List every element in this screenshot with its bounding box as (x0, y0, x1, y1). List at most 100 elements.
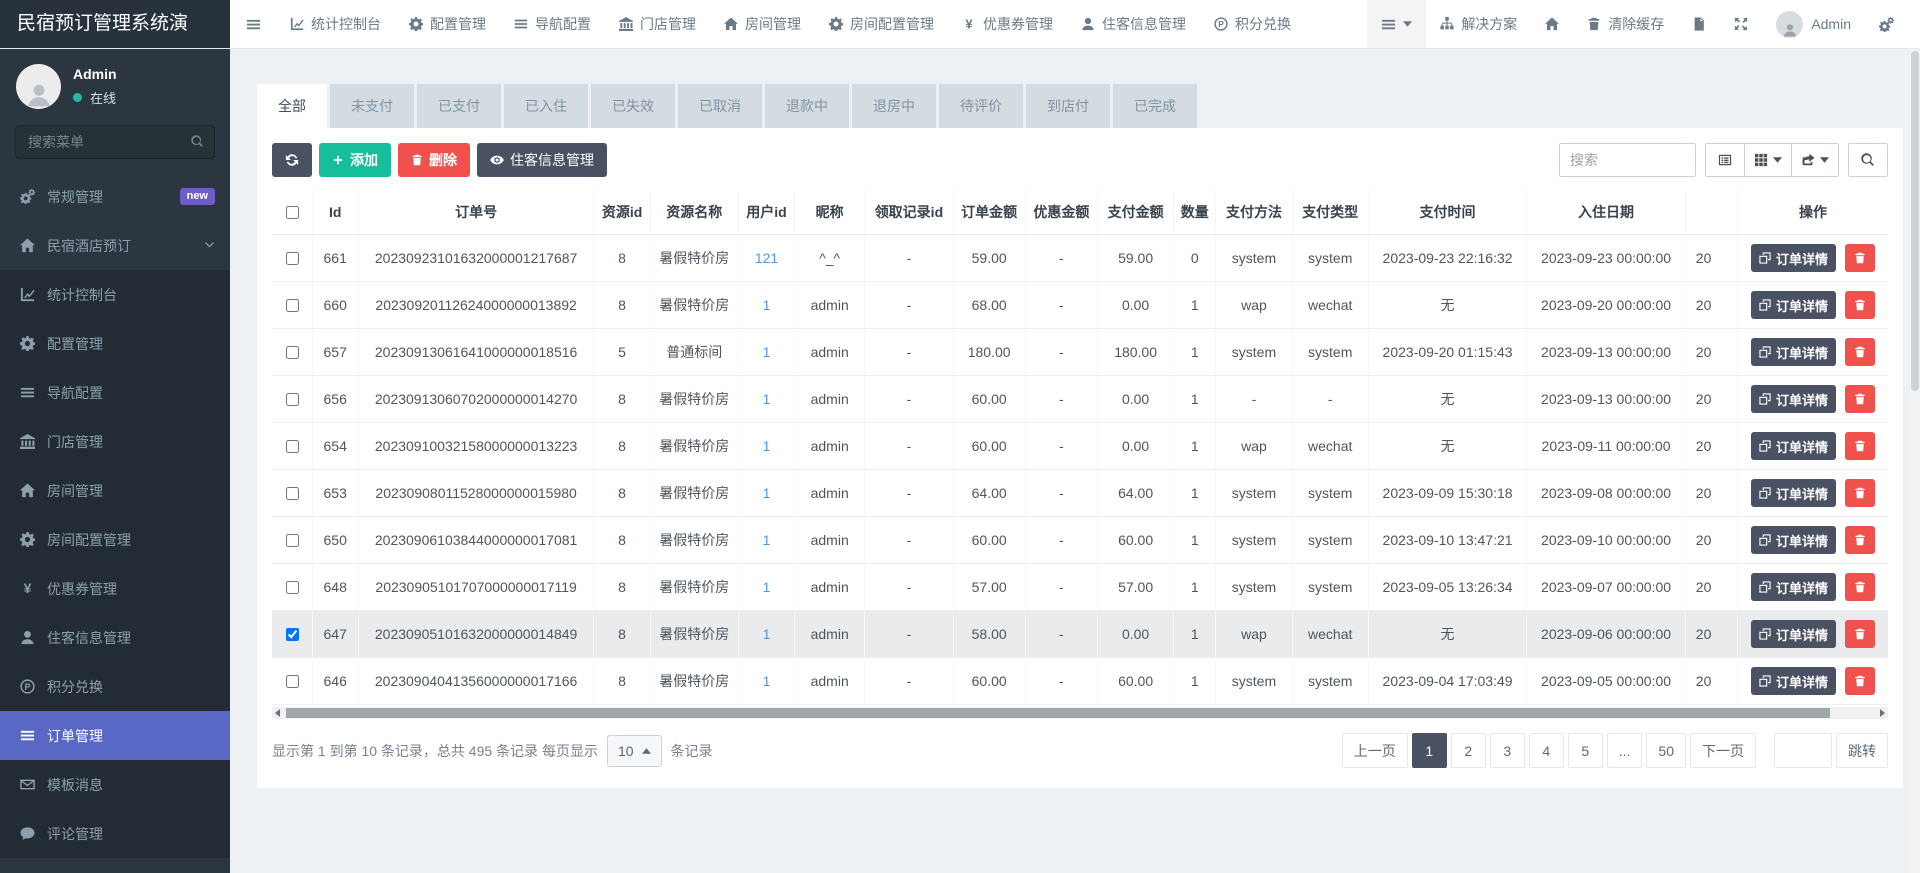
topnav-item[interactable]: 住客信息管理 (1067, 0, 1200, 48)
order-status-tab[interactable]: 到店付 (1026, 84, 1110, 128)
order-detail-button[interactable]: 订单详情 (1751, 479, 1836, 507)
order-detail-button[interactable]: 订单详情 (1751, 573, 1836, 601)
sidebar-menu-item[interactable]: 导航配置 (0, 368, 230, 417)
row-checkbox[interactable] (286, 252, 299, 265)
user-id-link[interactable]: 1 (763, 438, 771, 454)
row-checkbox[interactable] (286, 675, 299, 688)
sidebar-menu-item[interactable]: 模板消息 (0, 760, 230, 809)
topnav-item[interactable]: 房间配置管理 (815, 0, 948, 48)
user-id-link[interactable]: 1 (763, 344, 771, 360)
delete-row-button[interactable] (1845, 479, 1875, 507)
topnav-item[interactable]: 门店管理 (605, 0, 710, 48)
topnav-item[interactable]: 配置管理 (395, 0, 500, 48)
topnav-item[interactable]: 房间管理 (710, 0, 815, 48)
sidebar-menu-item[interactable]: 订单管理 (0, 711, 230, 760)
delete-row-button[interactable] (1845, 385, 1875, 413)
table-search-input[interactable] (1559, 143, 1696, 177)
row-checkbox[interactable] (286, 487, 299, 500)
order-detail-button[interactable]: 订单详情 (1751, 338, 1836, 366)
topnav-item[interactable]: 统计控制台 (276, 0, 395, 48)
sidebar-menu-item[interactable]: 门店管理 (0, 417, 230, 466)
topnav-item[interactable]: 积分兑换 (1200, 0, 1305, 48)
sidebar-item-hotel-booking[interactable]: 民宿酒店预订 (0, 221, 230, 270)
topnav-item[interactable]: 导航配置 (500, 0, 605, 48)
page-button[interactable]: 50 (1646, 733, 1686, 768)
user-id-link[interactable]: 1 (763, 673, 771, 689)
delete-row-button[interactable] (1845, 620, 1875, 648)
sidebar-toggle-button[interactable] (230, 0, 276, 48)
order-detail-button[interactable]: 订单详情 (1751, 620, 1836, 648)
jump-page-input[interactable] (1774, 733, 1832, 768)
delete-row-button[interactable] (1845, 432, 1875, 460)
scroll-right-arrow-icon[interactable] (1880, 709, 1885, 717)
nav-more-dropdown[interactable] (1367, 0, 1426, 48)
settings-button[interactable] (1865, 0, 1908, 48)
user-id-link[interactable]: 1 (763, 297, 771, 313)
user-id-link[interactable]: 1 (763, 626, 771, 642)
topnav-item[interactable]: 优惠券管理 (948, 0, 1067, 48)
order-status-tab[interactable]: 已取消 (678, 84, 762, 128)
col-pay-amount[interactable]: 支付金额 (1097, 190, 1173, 235)
col-coupon-record-id[interactable]: 领取记录id (865, 190, 953, 235)
col-order-amount[interactable]: 订单金额 (953, 190, 1025, 235)
page-button[interactable]: ... (1607, 733, 1643, 768)
sidebar-menu-item[interactable]: 优惠券管理 (0, 564, 230, 613)
vertical-scrollbar[interactable] (1910, 49, 1920, 873)
solution-link[interactable]: 解决方案 (1426, 0, 1531, 48)
order-status-tab[interactable]: 已入住 (504, 84, 588, 128)
scrollbar-thumb[interactable] (286, 708, 1830, 718)
user-id-link[interactable]: 1 (763, 532, 771, 548)
page-button[interactable]: 3 (1490, 733, 1525, 768)
user-id-link[interactable]: 1 (763, 391, 771, 407)
horizontal-scrollbar[interactable] (272, 707, 1888, 719)
order-status-tab[interactable]: 全部 (257, 84, 327, 128)
order-status-tab[interactable]: 退房中 (852, 84, 936, 128)
row-checkbox[interactable] (286, 393, 299, 406)
delete-row-button[interactable] (1845, 667, 1875, 695)
sidebar-menu-item[interactable]: 配置管理 (0, 319, 230, 368)
guest-info-button[interactable]: 住客信息管理 (477, 143, 607, 177)
order-status-tab[interactable]: 退款中 (765, 84, 849, 128)
order-detail-button[interactable]: 订单详情 (1751, 432, 1836, 460)
col-nickname[interactable]: 昵称 (795, 190, 865, 235)
delete-row-button[interactable] (1845, 244, 1875, 272)
select-all-checkbox[interactable] (286, 206, 299, 219)
sidebar-item-general[interactable]: 常规管理 new (0, 172, 230, 221)
order-detail-button[interactable]: 订单详情 (1751, 667, 1836, 695)
sidebar-menu-item[interactable]: 房间配置管理 (0, 515, 230, 564)
fullscreen-button[interactable] (1720, 0, 1762, 48)
clear-cache-link[interactable]: 清除缓存 (1573, 0, 1678, 48)
home-link[interactable] (1531, 0, 1573, 48)
col-checkin-date[interactable]: 入住日期 (1527, 190, 1685, 235)
row-checkbox[interactable] (286, 440, 299, 453)
order-detail-button[interactable]: 订单详情 (1751, 291, 1836, 319)
scrollbar-thumb[interactable] (1911, 51, 1919, 391)
user-menu[interactable]: Admin (1762, 0, 1865, 48)
sidebar-search-input[interactable] (15, 125, 215, 159)
order-detail-button[interactable]: 订单详情 (1751, 526, 1836, 554)
page-button[interactable]: 1 (1412, 733, 1447, 768)
col-pay-method[interactable]: 支付方法 (1216, 190, 1292, 235)
sidebar-menu-item[interactable]: 住客信息管理 (0, 613, 230, 662)
order-status-tab[interactable]: 未支付 (330, 84, 414, 128)
row-checkbox[interactable] (286, 299, 299, 312)
col-discount-amount[interactable]: 优惠金额 (1025, 190, 1097, 235)
order-status-tab[interactable]: 已支付 (417, 84, 501, 128)
col-pay-type[interactable]: 支付类型 (1292, 190, 1368, 235)
col-quantity[interactable]: 数量 (1174, 190, 1216, 235)
col-user-id[interactable]: 用户id (738, 190, 794, 235)
row-checkbox[interactable] (286, 346, 299, 359)
delete-row-button[interactable] (1845, 573, 1875, 601)
col-pay-time[interactable]: 支付时间 (1368, 190, 1526, 235)
page-button[interactable]: 2 (1451, 733, 1486, 768)
col-id[interactable]: Id (312, 190, 358, 235)
user-id-link[interactable]: 121 (755, 250, 778, 266)
language-file-button[interactable] (1678, 0, 1720, 48)
user-id-link[interactable]: 1 (763, 579, 771, 595)
scroll-left-arrow-icon[interactable] (275, 709, 280, 717)
order-status-tab[interactable]: 已完成 (1113, 84, 1197, 128)
sidebar-menu-item[interactable]: 房间管理 (0, 466, 230, 515)
row-checkbox[interactable] (286, 534, 299, 547)
user-id-link[interactable]: 1 (763, 485, 771, 501)
col-resource-id[interactable]: 资源id (594, 190, 650, 235)
